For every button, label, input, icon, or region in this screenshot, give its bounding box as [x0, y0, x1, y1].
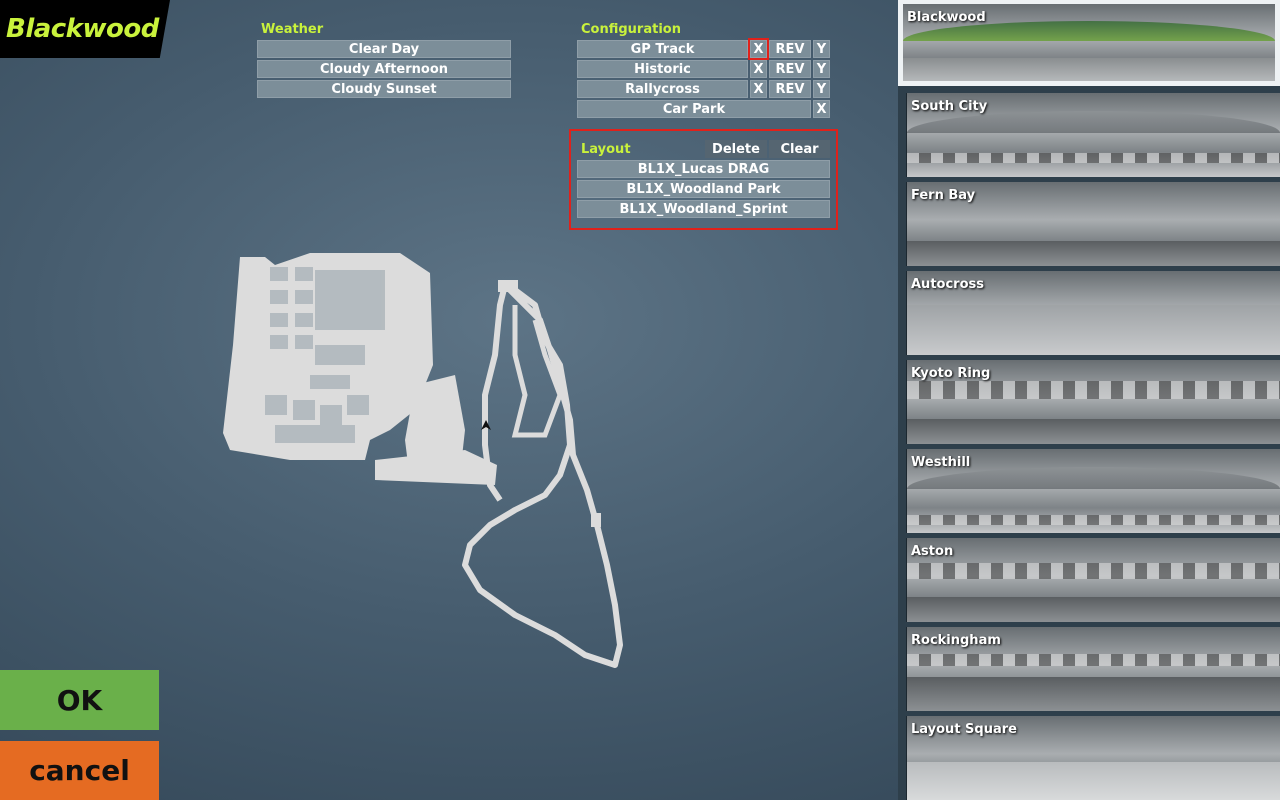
layout-clear-button[interactable]: Clear: [769, 140, 830, 158]
track-thumbnail: [907, 467, 1280, 490]
track-road: [907, 596, 1280, 622]
track-road: [903, 57, 1275, 81]
config-rallycross-rev-button[interactable]: REV: [769, 80, 811, 98]
cancel-button[interactable]: cancel: [0, 741, 159, 800]
config-rallycross-y-button[interactable]: Y: [813, 80, 830, 98]
track-barrier: [907, 514, 1280, 525]
config-gp-track-y-button[interactable]: Y: [813, 40, 830, 58]
track-barrier: [907, 563, 1280, 580]
layout-item-woodland-park[interactable]: BL1X_Woodland Park: [577, 180, 830, 198]
weather-option-cloudy-sunset[interactable]: Cloudy Sunset: [257, 80, 511, 98]
track-road: [907, 677, 1280, 711]
track-name: Rockingham: [911, 633, 1001, 648]
config-historic-rev-button[interactable]: REV: [769, 60, 811, 78]
track-road: [907, 240, 1280, 266]
track-card-aston[interactable]: Aston: [906, 538, 1280, 622]
track-card-fern-bay[interactable]: Fern Bay: [906, 182, 1280, 266]
start-area: [498, 280, 518, 292]
track-title: Blackwood: [6, 14, 159, 44]
track-title-badge: Blackwood: [0, 0, 170, 58]
ok-button[interactable]: OK: [0, 670, 159, 730]
track-map-svg: [223, 253, 623, 668]
config-gp-track[interactable]: GP Track: [577, 40, 748, 58]
circuit-infield: [511, 305, 563, 438]
track-card-kyoto-ring[interactable]: Kyoto Ring: [906, 360, 1280, 444]
track-name: Aston: [911, 544, 954, 559]
config-car-park-x-button[interactable]: X: [813, 100, 830, 118]
track-card-layout-square[interactable]: Layout Square: [906, 716, 1280, 800]
track-name: South City: [911, 99, 988, 114]
config-rallycross[interactable]: Rallycross: [577, 80, 748, 98]
track-card-south-city[interactable]: South City: [906, 93, 1280, 177]
track-barrier: [907, 153, 1280, 164]
config-historic-y-button[interactable]: Y: [813, 60, 830, 78]
track-name: Blackwood: [907, 10, 986, 25]
track-thumbnail: [907, 111, 1280, 134]
track-road: [907, 304, 1280, 355]
layout-item-lucas-drag[interactable]: BL1X_Lucas DRAG: [577, 160, 830, 178]
chicane-marker: [591, 513, 601, 527]
configuration-label: Configuration: [581, 22, 681, 37]
track-card-westhill[interactable]: Westhill: [906, 449, 1280, 533]
track-card-blackwood[interactable]: Blackwood: [898, 0, 1280, 86]
track-map: [215, 245, 635, 675]
config-historic-x-button[interactable]: X: [750, 60, 767, 78]
layout-label: Layout: [581, 142, 631, 157]
config-rallycross-x-button[interactable]: X: [750, 80, 767, 98]
weather-option-cloudy-afternoon[interactable]: Cloudy Afternoon: [257, 60, 511, 78]
track-list: Blackwood South City Fern Bay Autocross …: [898, 0, 1280, 800]
track-name: Layout Square: [911, 722, 1017, 737]
config-gp-track-x-button[interactable]: X: [748, 38, 769, 60]
track-name: Autocross: [911, 277, 984, 292]
track-barrier: [907, 653, 1280, 666]
weather-option-clear-day[interactable]: Clear Day: [257, 40, 511, 58]
track-name: Fern Bay: [911, 188, 976, 203]
config-car-park[interactable]: Car Park: [577, 100, 811, 118]
track-road: [907, 762, 1280, 800]
config-historic[interactable]: Historic: [577, 60, 748, 78]
track-card-autocross[interactable]: Autocross: [906, 271, 1280, 355]
track-road: [907, 418, 1280, 444]
track-card-rockingham[interactable]: Rockingham: [906, 627, 1280, 711]
pit-lane: [375, 450, 497, 485]
track-name: Westhill: [911, 455, 971, 470]
layout-item-woodland-sprint[interactable]: BL1X_Woodland_Sprint: [577, 200, 830, 218]
track-name: Kyoto Ring: [911, 366, 991, 381]
track-barrier: [907, 381, 1280, 399]
layout-delete-button[interactable]: Delete: [705, 140, 767, 158]
config-gp-track-rev-button[interactable]: REV: [769, 40, 811, 58]
weather-label: Weather: [261, 22, 324, 37]
